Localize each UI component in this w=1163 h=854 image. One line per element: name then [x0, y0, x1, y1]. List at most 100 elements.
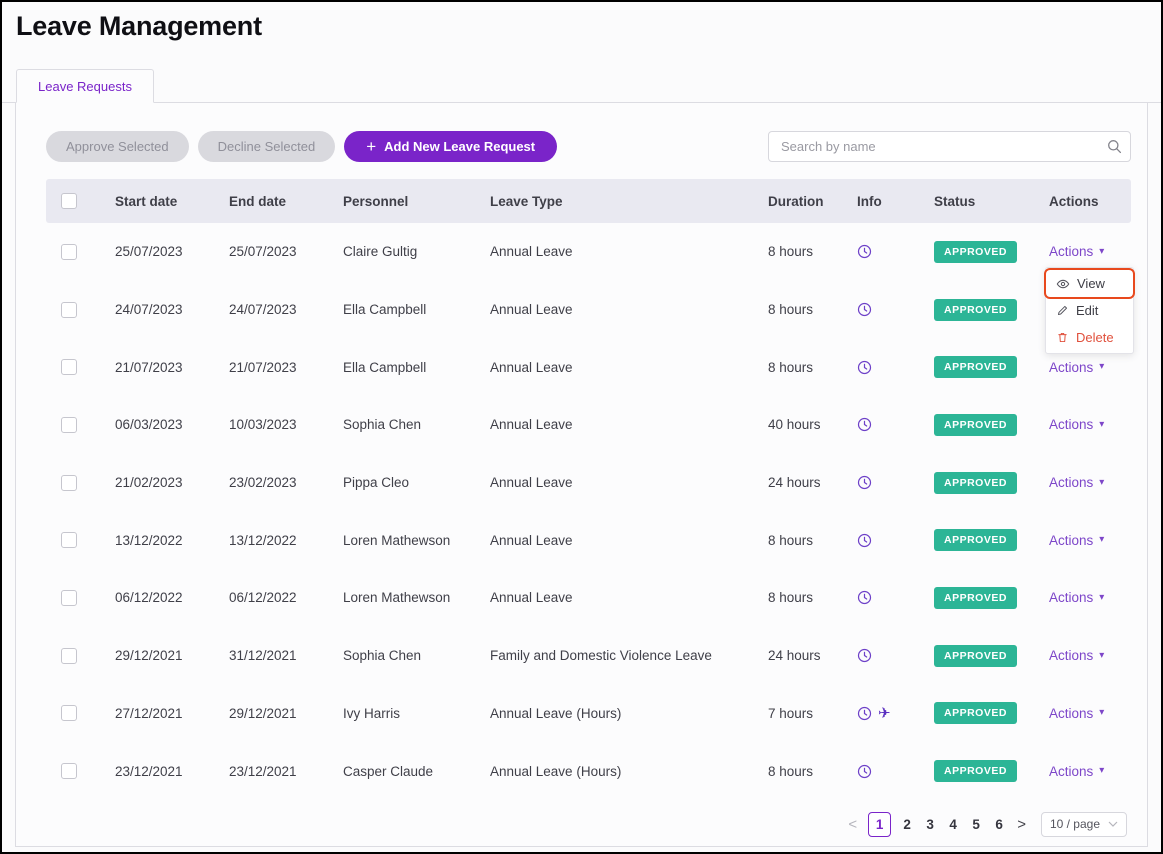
table-row: 06/12/2022 06/12/2022 Loren Mathewson An…	[46, 569, 1131, 627]
leave-type-cell: Annual Leave (Hours)	[490, 706, 768, 721]
actions-link[interactable]: Actions ▾	[1049, 360, 1104, 375]
actions-link[interactable]: Actions ▾	[1049, 533, 1104, 548]
select-all-checkbox[interactable]	[61, 193, 77, 209]
previous-page-button[interactable]: <	[846, 816, 859, 833]
start-date-cell: 27/12/2021	[115, 706, 229, 721]
column-header-duration: Duration	[768, 194, 857, 209]
menu-item-edit-label: Edit	[1076, 303, 1098, 318]
leave-management-page: Leave Management Leave Requests Approve …	[0, 0, 1163, 854]
table-row: 21/07/2023 21/07/2023 Ella Campbell Annu…	[46, 338, 1131, 396]
status-badge: APPROVED	[934, 760, 1017, 782]
clock-icon[interactable]	[857, 417, 872, 432]
row-checkbox[interactable]	[61, 590, 77, 606]
menu-item-view-label: View	[1077, 276, 1105, 291]
info-cell	[857, 533, 934, 548]
next-page-button[interactable]: >	[1015, 816, 1028, 833]
table-row: 13/12/2022 13/12/2022 Loren Mathewson An…	[46, 511, 1131, 569]
clock-icon[interactable]	[857, 590, 872, 605]
status-badge: APPROVED	[934, 241, 1017, 263]
actions-link[interactable]: Actions ▾	[1049, 244, 1104, 259]
duration-cell: 8 hours	[768, 764, 857, 779]
menu-item-delete[interactable]: Delete	[1046, 324, 1133, 351]
row-checkbox[interactable]	[61, 705, 77, 721]
start-date-cell: 06/12/2022	[115, 590, 229, 605]
search-box	[768, 131, 1131, 162]
personnel-cell: Claire Gultig	[343, 244, 490, 259]
clock-icon[interactable]	[857, 302, 872, 317]
table-header: Start date End date Personnel Leave Type…	[46, 179, 1131, 223]
page-number-list: 123456	[868, 812, 1006, 837]
row-checkbox[interactable]	[61, 359, 77, 375]
end-date-cell: 24/07/2023	[229, 302, 343, 317]
table-body: 25/07/2023 25/07/2023 Claire Gultig Annu…	[46, 223, 1131, 800]
clock-icon[interactable]	[857, 360, 872, 375]
actions-link[interactable]: Actions ▾	[1049, 590, 1104, 605]
approve-selected-button[interactable]: Approve Selected	[46, 131, 189, 162]
clock-icon[interactable]	[857, 706, 872, 721]
actions-dropdown-menu: View Edit Delete	[1045, 267, 1134, 354]
row-checkbox[interactable]	[61, 417, 77, 433]
status-badge: APPROVED	[934, 414, 1017, 436]
table-row: 06/03/2023 10/03/2023 Sophia Chen Annual…	[46, 396, 1131, 454]
duration-cell: 40 hours	[768, 417, 857, 432]
leave-type-cell: Annual Leave (Hours)	[490, 764, 768, 779]
menu-item-view[interactable]: View	[1046, 270, 1133, 297]
actions-link-label: Actions	[1049, 590, 1093, 605]
personnel-cell: Ella Campbell	[343, 360, 490, 375]
start-date-cell: 06/03/2023	[115, 417, 229, 432]
caret-down-icon: ▾	[1099, 535, 1104, 545]
personnel-cell: Loren Mathewson	[343, 590, 490, 605]
clock-icon[interactable]	[857, 764, 872, 779]
plus-icon: +	[366, 138, 376, 155]
add-leave-request-button[interactable]: + Add New Leave Request	[344, 131, 557, 162]
info-cell	[857, 360, 934, 375]
content-panel: Approve Selected Decline Selected + Add …	[15, 103, 1148, 847]
row-checkbox[interactable]	[61, 302, 77, 318]
column-header-start-date: Start date	[115, 194, 229, 209]
caret-down-icon: ▾	[1099, 420, 1104, 430]
clock-icon[interactable]	[857, 648, 872, 663]
tab-bar: Leave Requests	[2, 68, 1161, 103]
start-date-cell: 25/07/2023	[115, 244, 229, 259]
page-button-3[interactable]: 3	[923, 817, 937, 832]
leave-type-cell: Family and Domestic Violence Leave	[490, 648, 768, 663]
row-checkbox[interactable]	[61, 244, 77, 260]
status-badge: APPROVED	[934, 356, 1017, 378]
row-checkbox[interactable]	[61, 763, 77, 779]
menu-item-edit[interactable]: Edit	[1046, 297, 1133, 324]
status-badge: APPROVED	[934, 645, 1017, 667]
clock-icon[interactable]	[857, 533, 872, 548]
status-badge: APPROVED	[934, 529, 1017, 551]
page-button-4[interactable]: 4	[946, 817, 960, 832]
table-row: 25/07/2023 25/07/2023 Claire Gultig Annu…	[46, 223, 1131, 281]
clock-icon[interactable]	[857, 475, 872, 490]
row-checkbox[interactable]	[61, 648, 77, 664]
page-button-1[interactable]: 1	[868, 812, 891, 837]
decline-selected-button[interactable]: Decline Selected	[198, 131, 336, 162]
personnel-cell: Ivy Harris	[343, 706, 490, 721]
page-button-5[interactable]: 5	[969, 817, 983, 832]
search-icon[interactable]	[1107, 139, 1122, 154]
page-title: Leave Management	[16, 10, 1161, 42]
leave-type-cell: Annual Leave	[490, 360, 768, 375]
page-button-6[interactable]: 6	[992, 817, 1006, 832]
search-input[interactable]	[768, 131, 1131, 162]
clock-icon[interactable]	[857, 244, 872, 259]
leave-type-cell: Annual Leave	[490, 533, 768, 548]
row-checkbox[interactable]	[61, 475, 77, 491]
tab-leave-requests[interactable]: Leave Requests	[16, 69, 154, 103]
page-button-2[interactable]: 2	[900, 817, 914, 832]
actions-link-label: Actions	[1049, 244, 1093, 259]
actions-link[interactable]: Actions ▾	[1049, 417, 1104, 432]
end-date-cell: 23/12/2021	[229, 764, 343, 779]
row-checkbox[interactable]	[61, 532, 77, 548]
column-header-info: Info	[857, 194, 934, 209]
actions-link[interactable]: Actions ▾	[1049, 706, 1104, 721]
actions-link[interactable]: Actions ▾	[1049, 648, 1104, 663]
actions-link[interactable]: Actions ▾	[1049, 475, 1104, 490]
page-size-select[interactable]: 10 / page	[1041, 812, 1127, 837]
pagination: < 123456 > 10 / page	[46, 812, 1131, 837]
status-badge: APPROVED	[934, 472, 1017, 494]
actions-link[interactable]: Actions ▾	[1049, 764, 1104, 779]
info-cell	[857, 590, 934, 605]
